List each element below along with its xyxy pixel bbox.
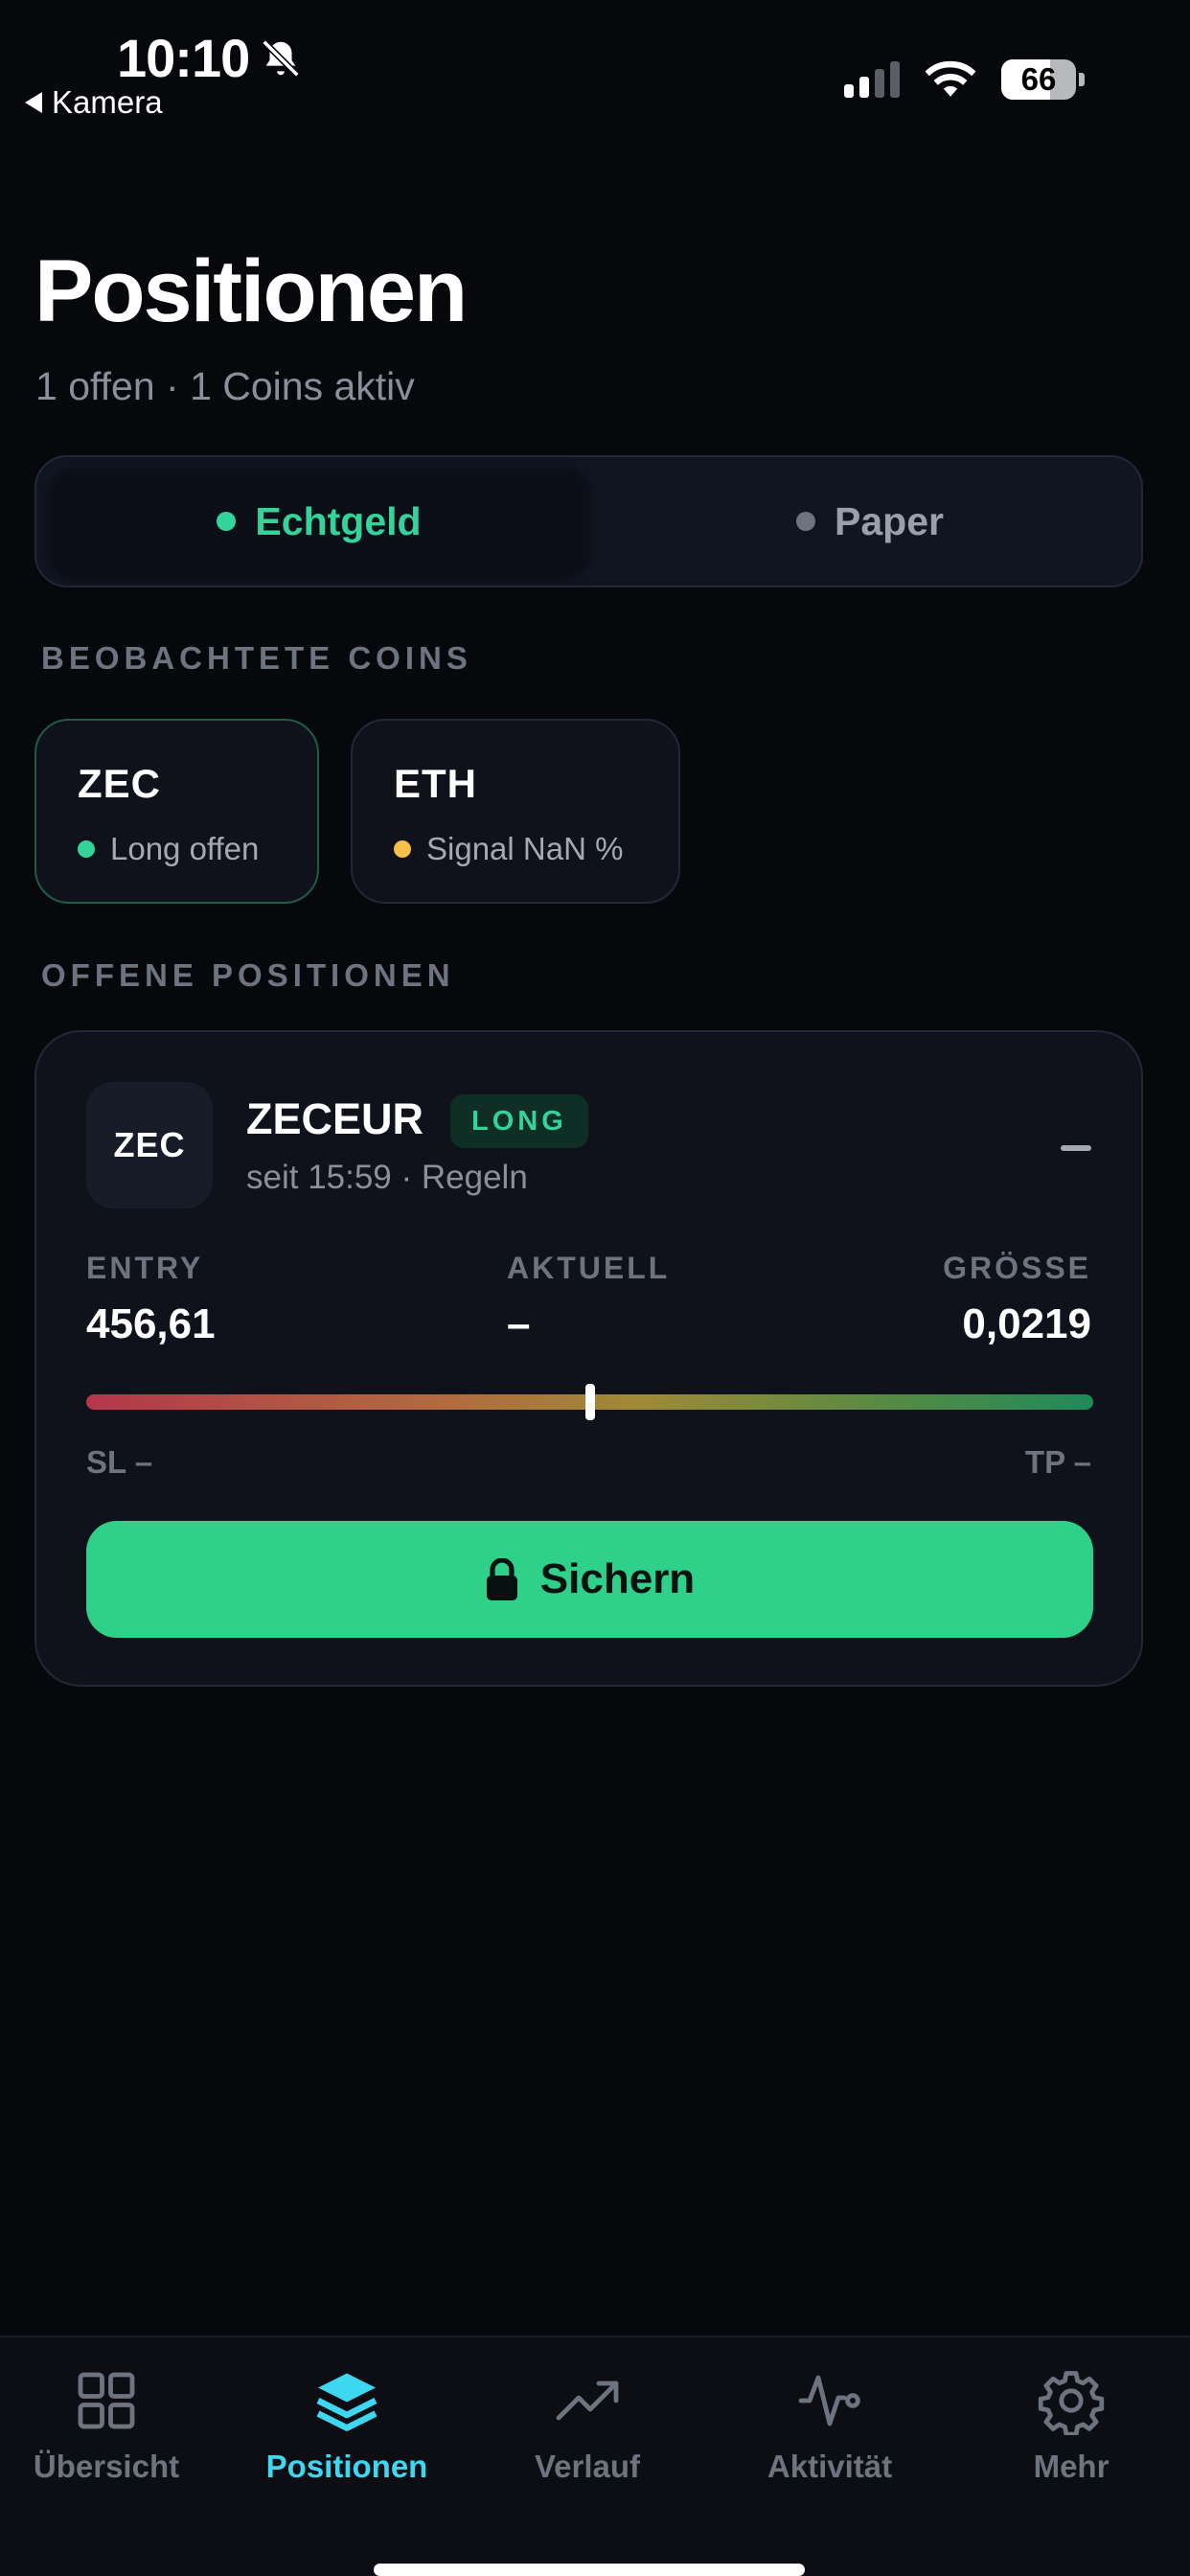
tab-label: Aktivität (767, 2449, 893, 2484)
status-indicators: 66 (844, 59, 1085, 100)
open-positions-heading: OFFENE POSITIONEN (41, 957, 455, 993)
lock-icon (486, 1558, 517, 1600)
home-indicator[interactable] (374, 2564, 805, 2576)
status-time-text: 10:10 (117, 28, 250, 88)
position-direction-badge: LONG (450, 1094, 588, 1148)
grid-icon (78, 2372, 135, 2429)
mode-paper-button[interactable]: Paper (607, 469, 1133, 574)
trend-up-icon (556, 2380, 619, 2421)
tab-positionen[interactable]: Positionen (237, 2366, 457, 2485)
tab-label: Mehr (1033, 2449, 1110, 2484)
gear-icon (1038, 2371, 1105, 2435)
battery-level: 66 (1020, 61, 1057, 97)
size-value: 0,0219 (962, 1300, 1091, 1347)
coin-symbol: ZEC (78, 761, 161, 806)
secure-position-button[interactable]: Sichern (86, 1521, 1093, 1638)
status-dot-icon (78, 840, 95, 858)
secure-button-label: Sichern (539, 1555, 696, 1602)
tab-label: Positionen (265, 2449, 428, 2484)
status-dot-icon (394, 840, 411, 858)
bell-muted-icon (262, 38, 300, 78)
position-card-zeceur[interactable]: ZEC ZECEUR LONG seit 15:59 · Regeln ENTR… (34, 1030, 1143, 1687)
stop-loss-label: SL – (86, 1444, 153, 1480)
position-meta: seit 15:59 · Regeln (246, 1159, 528, 1196)
cellular-signal-icon (844, 61, 900, 98)
take-profit-label: TP – (1024, 1444, 1091, 1480)
back-link-label: Kamera (52, 84, 163, 120)
back-to-camera-link[interactable]: Kamera (25, 84, 163, 121)
current-value: – (507, 1300, 531, 1347)
size-label: GRÖSSE (943, 1251, 1091, 1285)
mode-echtgeld-button[interactable]: Echtgeld (50, 469, 588, 574)
entry-label: ENTRY (86, 1251, 204, 1285)
mode-echtgeld-label: Echtgeld (255, 498, 422, 543)
position-coin-avatar: ZEC (86, 1082, 213, 1208)
position-symbol: ZECEUR (246, 1094, 424, 1143)
mode-paper-label: Paper (835, 498, 944, 543)
bottom-tab-bar: Übersicht Positionen Verlauf Aktivität M… (0, 2335, 1190, 2576)
coin-status-text: Signal NaN % (426, 831, 624, 866)
coin-status-text: Long offen (110, 831, 260, 866)
layers-icon (316, 2373, 378, 2431)
mode-dot-icon (796, 512, 816, 531)
tab-uebersicht[interactable]: Übersicht (0, 2366, 217, 2485)
mode-dot-icon (217, 512, 237, 531)
wifi-icon (925, 60, 976, 97)
status-time: 10:10 (117, 27, 303, 89)
positions-screen: 10:10 Kamera 66 Positionen 1 offen · 1 C… (0, 0, 1190, 2576)
battery-indicator: 66 (1001, 59, 1076, 100)
tab-aktivitaet[interactable]: Aktivität (720, 2366, 940, 2485)
coin-status: Signal NaN % (394, 831, 623, 867)
coin-chip-zec[interactable]: ZEC Long offen (34, 719, 319, 904)
mode-toggle: Echtgeld Paper (34, 455, 1143, 587)
tab-verlauf[interactable]: Verlauf (477, 2366, 698, 2485)
coin-status: Long offen (78, 831, 259, 867)
current-label: AKTUELL (507, 1251, 671, 1285)
page-title: Positionen (34, 242, 468, 340)
tab-mehr[interactable]: Mehr (961, 2366, 1181, 2485)
back-arrow-icon (25, 92, 42, 113)
entry-value: 456,61 (86, 1300, 216, 1347)
activity-icon (798, 2375, 860, 2426)
coin-chip-eth[interactable]: ETH Signal NaN % (351, 719, 680, 904)
current-price-marker (584, 1384, 595, 1420)
page-subtitle: 1 offen · 1 Coins aktiv (35, 364, 415, 408)
position-pnl-placeholder (1061, 1145, 1091, 1151)
tab-label: Übersicht (33, 2449, 180, 2484)
tab-label: Verlauf (534, 2449, 641, 2484)
watched-coins-heading: BEOBACHTETE COINS (41, 640, 472, 676)
coin-symbol: ETH (394, 761, 477, 806)
